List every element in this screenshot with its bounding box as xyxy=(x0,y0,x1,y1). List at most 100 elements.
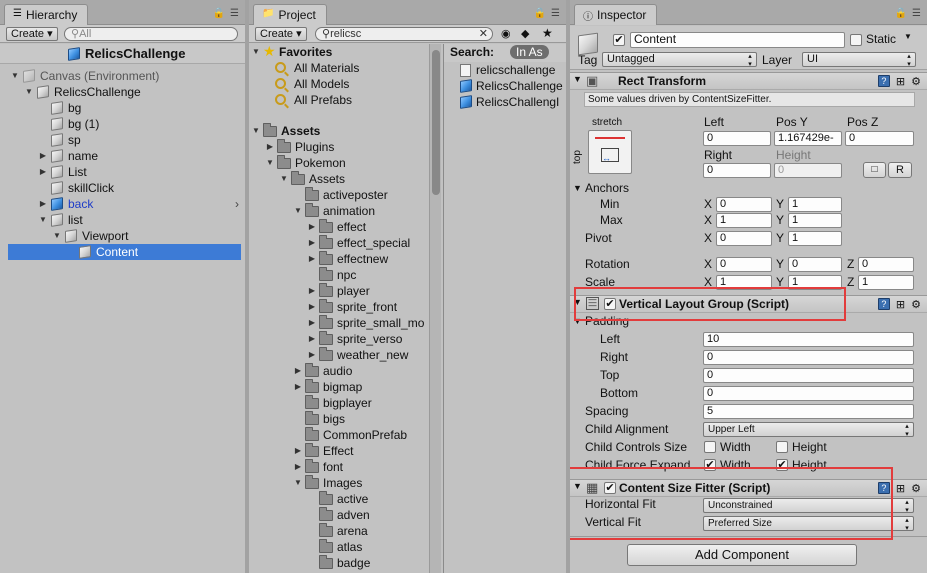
scene-header[interactable]: RelicsChallenge xyxy=(0,44,245,64)
search-scope-badge[interactable]: In As xyxy=(510,45,549,59)
hierarchy-row[interactable]: Content xyxy=(8,244,241,260)
rect-transform-header[interactable]: ▼ ▣ Rect Transform ? ⊞ ⚙ xyxy=(570,72,927,90)
expanded-arrow-icon[interactable]: ▼ xyxy=(10,68,20,84)
project-folder-row[interactable]: active xyxy=(249,491,429,507)
project-folder-row[interactable]: bigplayer xyxy=(249,395,429,411)
hierarchy-row[interactable]: sp xyxy=(0,132,245,148)
assets-root-row[interactable]: ▼ Assets xyxy=(249,123,429,139)
hierarchy-create-button[interactable]: Create ▾ xyxy=(6,27,58,41)
expanded-arrow-icon[interactable]: ▼ xyxy=(293,475,303,491)
left-input[interactable]: 0 xyxy=(703,131,771,146)
project-folder-row[interactable]: ▼ Pokemon xyxy=(249,155,429,171)
anchor-min-x-input[interactable]: 0 xyxy=(716,197,772,212)
project-folder-row[interactable]: ▶ weather_new xyxy=(249,347,429,363)
project-create-button[interactable]: Create ▾ xyxy=(255,27,307,41)
collapsed-arrow-icon[interactable]: ▶ xyxy=(38,148,48,164)
object-name-input[interactable]: Content xyxy=(630,32,845,48)
project-folder-row[interactable]: badge xyxy=(249,555,429,571)
lock-icon[interactable]: 🔒 xyxy=(213,8,225,19)
gear-icon[interactable]: ⚙ xyxy=(911,482,921,495)
collapsed-arrow-icon[interactable]: ▶ xyxy=(293,459,303,475)
posy-input[interactable]: 1.167429e- xyxy=(774,131,842,146)
menu-icon[interactable]: ☰ xyxy=(551,8,560,19)
favorites-row[interactable]: ▼ ★ Favorites xyxy=(249,43,429,60)
hierarchy-row[interactable]: ▶ List xyxy=(0,164,245,180)
static-dropdown-arrow[interactable]: ▼ xyxy=(904,32,912,41)
hierarchy-row[interactable]: ▼ list xyxy=(0,212,245,228)
menu-icon[interactable]: ☰ xyxy=(912,8,921,19)
hierarchy-row[interactable]: bg xyxy=(0,100,245,116)
scrollbar-thumb[interactable] xyxy=(432,50,440,195)
hierarchy-row[interactable]: ▶ name xyxy=(0,148,245,164)
expanded-arrow-icon[interactable]: ▼ xyxy=(52,228,62,244)
hierarchy-row[interactable]: ▼ Canvas (Environment) xyxy=(0,68,245,84)
lock-icon[interactable]: 🔒 xyxy=(895,8,907,19)
project-folder-row[interactable]: CommonPrefab xyxy=(249,427,429,443)
add-component-button[interactable]: Add Component xyxy=(627,544,857,566)
raw-edit-button[interactable]: R xyxy=(888,162,912,178)
anchors-collapse-arrow[interactable]: ▼ xyxy=(573,183,582,193)
expanded-arrow-icon[interactable]: ▼ xyxy=(38,212,48,228)
scale-z-input[interactable]: 1 xyxy=(858,275,914,290)
collapsed-arrow-icon[interactable]: ▶ xyxy=(307,331,317,347)
project-folder-row[interactable]: ▶ sprite_small_mo xyxy=(249,315,429,331)
child-alignment-dropdown[interactable]: Upper Left xyxy=(703,422,914,438)
project-folder-row[interactable]: npc xyxy=(249,267,429,283)
blueprint-mode-button[interactable]: □ xyxy=(863,162,886,178)
preset-icon[interactable]: ⊞ xyxy=(896,298,905,311)
lock-icon[interactable]: 🔒 xyxy=(534,8,546,19)
pivot-x-input[interactable]: 0 xyxy=(716,231,772,246)
collapsed-arrow-icon[interactable]: ▶ xyxy=(307,235,317,251)
project-folder-row[interactable]: bigs xyxy=(249,411,429,427)
rotation-x-input[interactable]: 0 xyxy=(716,257,772,272)
help-book-icon[interactable]: ? xyxy=(877,75,890,87)
project-folder-row[interactable]: ▼ Images xyxy=(249,475,429,491)
spacing-input[interactable]: 5 xyxy=(703,404,914,419)
collapse-arrow-icon[interactable]: ▼ xyxy=(573,74,582,84)
gear-icon[interactable]: ⚙ xyxy=(911,75,921,88)
right-input[interactable]: 0 xyxy=(703,163,771,178)
collapsed-arrow-icon[interactable]: ▶ xyxy=(307,283,317,299)
collapsed-arrow-icon[interactable]: ▶ xyxy=(307,347,317,363)
anchor-max-x-input[interactable]: 1 xyxy=(716,213,772,228)
tag-dropdown[interactable]: Untagged xyxy=(602,52,757,68)
search-result-item[interactable]: relicschallenge xyxy=(444,62,566,78)
inspector-tab[interactable]: ⓘ Inspector xyxy=(574,4,658,25)
menu-icon[interactable]: ☰ xyxy=(230,8,239,19)
rotation-z-input[interactable]: 0 xyxy=(858,257,914,272)
search-result-item[interactable]: RelicsChallenge xyxy=(444,78,566,94)
padding-left-input[interactable]: 10 xyxy=(703,332,914,347)
hierarchy-search-input[interactable]: ⚲All xyxy=(64,27,238,41)
project-folder-row[interactable]: ▶ player xyxy=(249,283,429,299)
project-tree-scrollbar[interactable] xyxy=(429,44,441,573)
project-folder-row[interactable]: ▶ sprite_verso xyxy=(249,331,429,347)
project-folder-row[interactable]: ▶ Plugins xyxy=(249,139,429,155)
collapsed-arrow-icon[interactable]: ▶ xyxy=(307,315,317,331)
controls-height-checkbox[interactable] xyxy=(776,441,788,453)
anchor-max-y-input[interactable]: 1 xyxy=(788,213,842,228)
favorite-star-icon[interactable]: ★ xyxy=(542,26,553,40)
layer-dropdown[interactable]: UI xyxy=(802,52,916,68)
project-tab[interactable]: 📁 Project xyxy=(253,4,327,25)
collapsed-arrow-icon[interactable]: ▶ xyxy=(38,164,48,180)
collapsed-arrow-icon[interactable]: ▶ xyxy=(293,363,303,379)
expanded-arrow-icon[interactable]: ▼ xyxy=(251,123,261,139)
clear-search-icon[interactable]: ✕ xyxy=(479,28,488,40)
rotation-y-input[interactable]: 0 xyxy=(788,257,842,272)
project-search-input[interactable]: ⚲relicsc ✕ xyxy=(315,27,493,41)
static-checkbox[interactable] xyxy=(850,34,862,46)
anchor-min-y-input[interactable]: 1 xyxy=(788,197,842,212)
filter-label-icon[interactable]: ◆ xyxy=(521,27,529,40)
hierarchy-tab[interactable]: ☰ Hierarchy xyxy=(4,4,89,25)
collapsed-arrow-icon[interactable]: ▶ xyxy=(265,139,275,155)
project-folder-row[interactable]: activeposter xyxy=(249,187,429,203)
pivot-y-input[interactable]: 1 xyxy=(788,231,842,246)
project-folder-row[interactable]: ▶ sprite_front xyxy=(249,299,429,315)
project-folder-row[interactable]: ▼ animation xyxy=(249,203,429,219)
expanded-arrow-icon[interactable]: ▼ xyxy=(265,155,275,171)
project-folder-row[interactable]: ▶ audio xyxy=(249,363,429,379)
controls-width-checkbox[interactable] xyxy=(704,441,716,453)
project-folder-row[interactable]: ▶ Effect xyxy=(249,443,429,459)
favorites-item[interactable]: All Prefabs xyxy=(249,92,429,108)
collapsed-arrow-icon[interactable]: ▶ xyxy=(307,299,317,315)
